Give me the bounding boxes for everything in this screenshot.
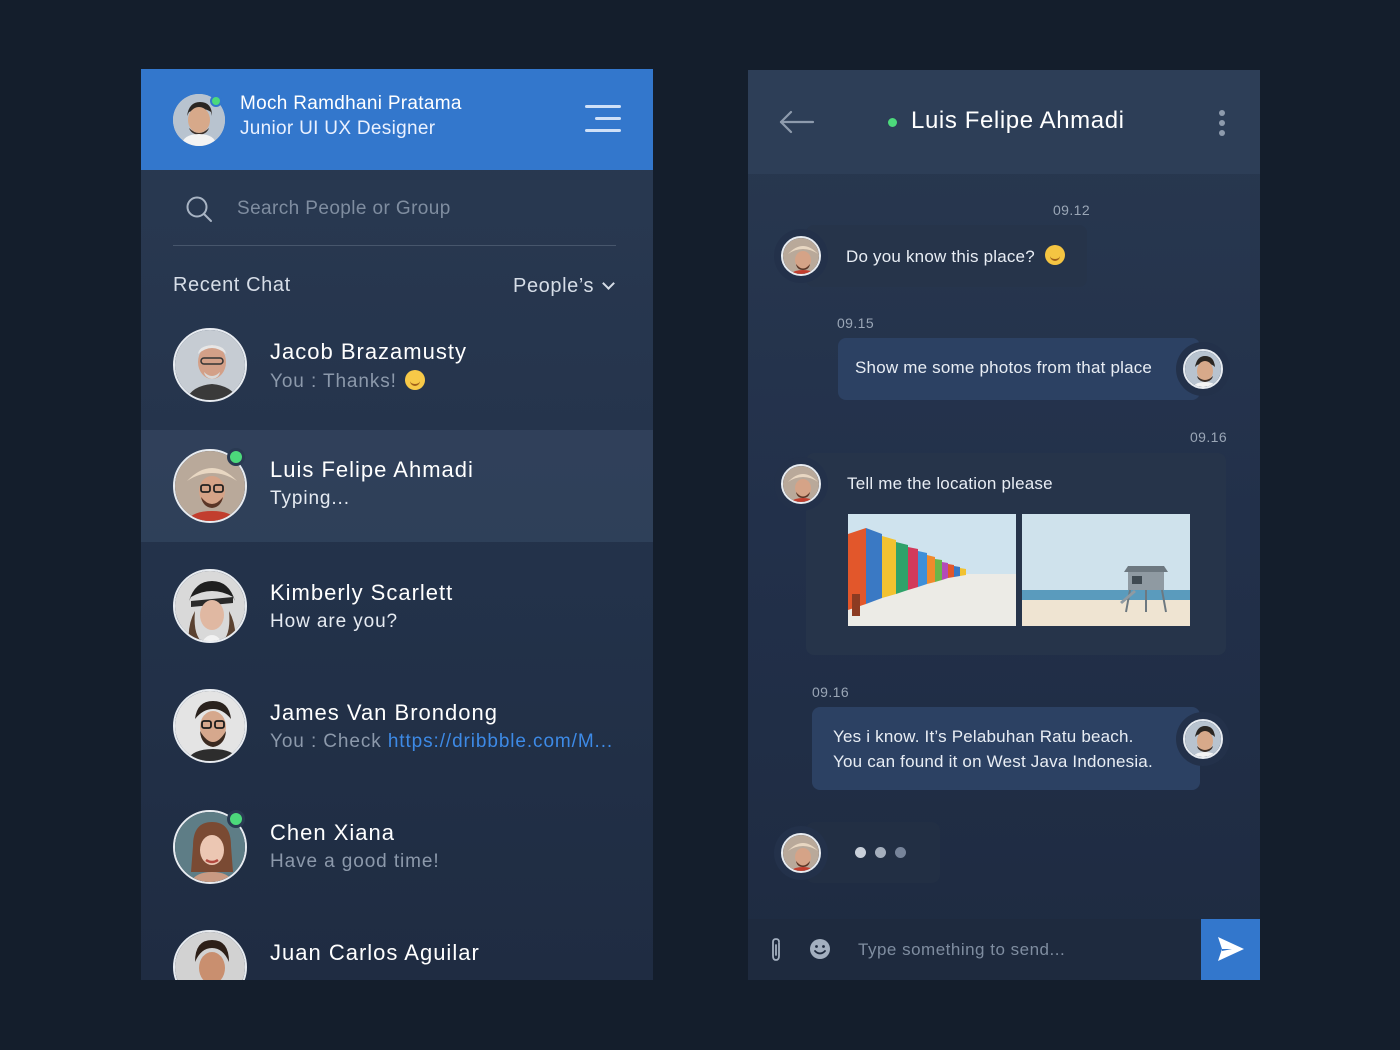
chat-preview: You : Thanks! (270, 370, 425, 393)
chat-name: Chen Xiana (270, 820, 395, 845)
chat-list-item[interactable]: James Van Brondong You : Check https://d… (141, 679, 653, 791)
conversation-panel: Luis Felipe Ahmadi 09.12 Do you know thi… (748, 70, 1260, 980)
message-bubble-incoming: Do you know this place? (806, 225, 1087, 287)
message-timestamp: 09.16 (812, 684, 850, 700)
chat-name: James Van Brondong (270, 700, 498, 725)
message-text-line: You can found it on West Java Indonesia. (833, 752, 1153, 771)
chat-list-item[interactable]: Chen Xiana Have a good time! (141, 800, 653, 912)
typing-dot (895, 847, 906, 858)
people-filter-label: People’s (513, 275, 595, 297)
chat-name: Kimberly Scarlett (270, 580, 454, 605)
chat-preview: Have a good time! (270, 851, 440, 872)
conversation-contact-name: Luis Felipe Ahmadi (911, 107, 1125, 134)
back-arrow-icon[interactable] (779, 110, 815, 134)
chat-preview: Typing... (270, 488, 350, 509)
profile-name: Moch Ramdhani Pratama (240, 93, 462, 114)
search-bar (173, 170, 616, 246)
search-input[interactable] (237, 194, 597, 224)
paperclip-icon[interactable] (766, 937, 786, 963)
conversation-header: Luis Felipe Ahmadi (748, 70, 1260, 174)
chat-list-item-active[interactable]: Luis Felipe Ahmadi Typing... (141, 430, 653, 542)
contacts-panel: Moch Ramdhani Pratama Junior UI UX Desig… (141, 69, 653, 980)
profile-online-indicator (210, 95, 222, 107)
chat-name: Jacob Brazamusty (270, 339, 467, 364)
avatar (173, 328, 247, 402)
avatar (173, 689, 247, 763)
chat-name: Juan Carlos Aguilar (270, 940, 480, 965)
user-avatar[interactable] (1183, 719, 1223, 759)
chat-preview: How are you? (270, 611, 399, 632)
typing-dot (875, 847, 886, 858)
profile-role: Junior UI UX Designer (240, 118, 436, 139)
avatar (173, 930, 247, 980)
recent-chat-heading: Recent Chat (173, 274, 291, 296)
chat-preview-link[interactable]: https://dribbble.com/M... (388, 731, 613, 752)
message-text: Tell me the location please (847, 474, 1053, 493)
grin-emoji-icon (1044, 245, 1065, 265)
lifeguard-tower-photo[interactable] (1022, 514, 1190, 626)
message-bubble-outgoing: Show me some photos from that place (838, 338, 1200, 400)
profile-header: Moch Ramdhani Pratama Junior UI UX Desig… (141, 69, 653, 170)
beach-huts-photo[interactable] (848, 514, 1016, 626)
message-text: Show me some photos from that place (855, 358, 1153, 377)
chat-preview-text: You : Check (270, 731, 388, 752)
message-bubble-incoming: Tell me the location please (806, 453, 1226, 655)
message-timestamp: 09.12 (1053, 202, 1091, 218)
online-indicator (227, 810, 245, 828)
message-composer (748, 919, 1260, 980)
hamburger-menu-icon[interactable] (585, 105, 621, 133)
chat-name: Luis Felipe Ahmadi (270, 457, 474, 482)
send-icon (1218, 937, 1244, 961)
avatar (173, 569, 247, 643)
chat-list-item[interactable]: Juan Carlos Aguilar (141, 920, 653, 980)
contact-avatar[interactable] (781, 833, 821, 873)
emoji-icon[interactable] (809, 938, 831, 960)
chat-preview: You : Check https://dribbble.com/M... (270, 731, 613, 753)
more-options-icon[interactable] (1217, 110, 1227, 136)
chat-preview-text: You : Thanks! (270, 371, 397, 392)
contact-online-indicator (888, 118, 897, 127)
online-indicator (227, 448, 245, 466)
send-button[interactable] (1201, 919, 1260, 980)
smile-emoji-icon (404, 370, 425, 390)
user-avatar[interactable] (1183, 349, 1223, 389)
search-icon (186, 196, 212, 222)
contact-avatar[interactable] (781, 464, 821, 504)
chat-list-item[interactable]: Jacob Brazamusty You : Thanks! (141, 319, 653, 431)
message-text-line: Yes i know. It’s Pelabuhan Ratu beach. (833, 727, 1134, 746)
contact-avatar[interactable] (781, 236, 821, 276)
message-timestamp: 09.16 (1190, 429, 1228, 445)
message-timestamp: 09.15 (837, 315, 875, 331)
message-bubble-outgoing: Yes i know. It’s Pelabuhan Ratu beach. Y… (812, 707, 1200, 790)
message-input[interactable] (858, 935, 1188, 965)
chat-list-item[interactable]: Kimberly Scarlett How are you? (141, 559, 653, 671)
message-text: Do you know this place? (846, 245, 1065, 267)
typing-dot (855, 847, 866, 858)
chevron-down-icon (602, 277, 616, 290)
people-filter-dropdown[interactable]: People’s (513, 275, 616, 298)
